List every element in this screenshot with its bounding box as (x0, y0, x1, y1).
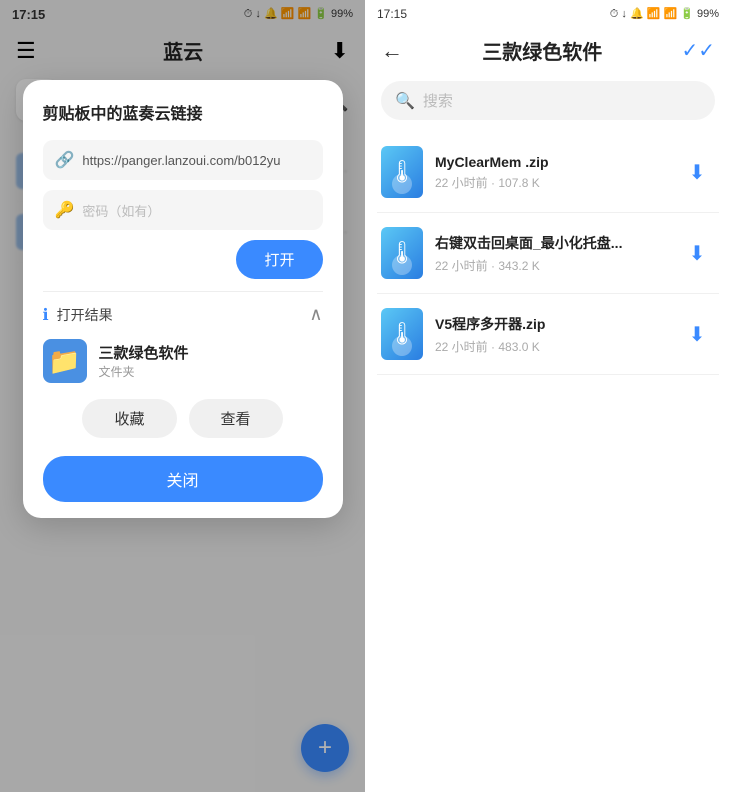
folder-emoji: 📁 (48, 346, 80, 377)
file-list: 🌡 MyClearMem .zip 22 小时前 · 107.8 K ⬇ 🌡 右… (365, 132, 731, 792)
link-modal: 剪贴板中的蓝奏云链接 🔗 https://panger.lanzoui.com/… (23, 80, 343, 518)
zip-icon-0: 🌡 (388, 159, 416, 185)
view-button[interactable]: 查看 (189, 399, 283, 438)
download-button-0[interactable]: ⬇ (679, 154, 715, 190)
right-status-icons-text: ⏱ ↓ 🔔 📶 📶 🔋 99% (610, 7, 719, 21)
right-time: 17:15 (377, 7, 407, 21)
result-info: 三款绿色软件 文件夹 (99, 342, 189, 380)
file-thumb-1: 🌡 (381, 227, 423, 279)
right-title: 三款绿色软件 (413, 36, 671, 65)
right-status-bar: 17:15 ⏱ ↓ 🔔 📶 📶 🔋 99% (365, 0, 731, 28)
modal-footer: 关闭 (43, 452, 323, 502)
search-icon-right: 🔍 (395, 91, 415, 111)
info-icon: ℹ (43, 305, 49, 325)
download-button-2[interactable]: ⬇ (679, 316, 715, 352)
chevron-up-icon[interactable]: ∧ (309, 304, 322, 325)
file-info-2: V5程序多开器.zip 22 小时前 · 483.0 K (435, 314, 667, 355)
file-name-2: V5程序多开器.zip (435, 314, 667, 334)
right-panel: 17:15 ⏱ ↓ 🔔 📶 📶 🔋 99% ← 三款绿色软件 ✓✓ 🔍 搜索 🌡… (365, 0, 731, 792)
file-item-0: 🌡 MyClearMem .zip 22 小时前 · 107.8 K ⬇ (377, 132, 719, 213)
key-icon: 🔑 (55, 200, 75, 220)
open-button-row: 打开 (43, 240, 323, 279)
right-status-icons: ⏱ ↓ 🔔 📶 📶 🔋 99% (610, 7, 719, 21)
modal-backdrop: 剪贴板中的蓝奏云链接 🔗 https://panger.lanzoui.com/… (0, 0, 365, 792)
url-value: https://panger.lanzoui.com/b012yu (82, 153, 310, 168)
result-folder-icon: 📁 (43, 339, 87, 383)
check-all-icon[interactable]: ✓✓ (681, 38, 715, 63)
file-meta-2: 22 小时前 · 483.0 K (435, 338, 667, 355)
password-input-row[interactable]: 🔑 密码（如有） (43, 190, 323, 230)
file-thumb-2: 🌡 (381, 308, 423, 360)
result-label: 打开结果 (57, 305, 113, 325)
modal-divider (43, 291, 323, 292)
file-meta-1: 22 小时前 · 343.2 K (435, 257, 667, 274)
url-input-row[interactable]: 🔗 https://panger.lanzoui.com/b012yu (43, 140, 323, 180)
search-bar[interactable]: 🔍 搜索 (381, 81, 715, 120)
zip-icon-1: 🌡 (388, 240, 416, 266)
result-header: ℹ 打开结果 ∧ (43, 304, 323, 325)
file-meta-0: 22 小时前 · 107.8 K (435, 174, 667, 191)
action-buttons: 收藏 查看 (43, 399, 323, 438)
open-button[interactable]: 打开 (236, 240, 322, 279)
right-top-bar: ← 三款绿色软件 ✓✓ (365, 28, 731, 73)
result-item: 📁 三款绿色软件 文件夹 (43, 339, 323, 383)
result-type: 文件夹 (99, 363, 189, 380)
favorite-button[interactable]: 收藏 (82, 399, 176, 438)
modal-title: 剪贴板中的蓝奏云链接 (43, 100, 323, 124)
file-item-2: 🌡 V5程序多开器.zip 22 小时前 · 483.0 K ⬇ (377, 294, 719, 375)
file-name-0: MyClearMem .zip (435, 154, 667, 170)
result-name: 三款绿色软件 (99, 342, 189, 363)
link-icon: 🔗 (55, 150, 75, 170)
left-panel: 17:15 ⏱ ↓ 🔔 📶 📶 🔋 99% ☰ 蓝云 ⬇ 🏠 ⊞ 🔍 5款良心A… (0, 0, 365, 792)
file-name-1: 右键双击回桌面_最小化托盘... (435, 233, 667, 253)
file-info-0: MyClearMem .zip 22 小时前 · 107.8 K (435, 154, 667, 191)
file-item-1: 🌡 右键双击回桌面_最小化托盘... 22 小时前 · 343.2 K ⬇ (377, 213, 719, 294)
download-button-1[interactable]: ⬇ (679, 235, 715, 271)
close-button[interactable]: 关闭 (43, 456, 323, 502)
back-button[interactable]: ← (381, 38, 403, 64)
zip-icon-2: 🌡 (388, 321, 416, 347)
search-placeholder: 搜索 (423, 90, 453, 111)
password-placeholder: 密码（如有） (82, 201, 160, 220)
file-thumb-0: 🌡 (381, 146, 423, 198)
result-section: ℹ 打开结果 ∧ 📁 三款绿色软件 文件夹 收藏 查看 (43, 304, 323, 438)
result-header-left: ℹ 打开结果 (43, 305, 113, 325)
file-info-1: 右键双击回桌面_最小化托盘... 22 小时前 · 343.2 K (435, 233, 667, 274)
